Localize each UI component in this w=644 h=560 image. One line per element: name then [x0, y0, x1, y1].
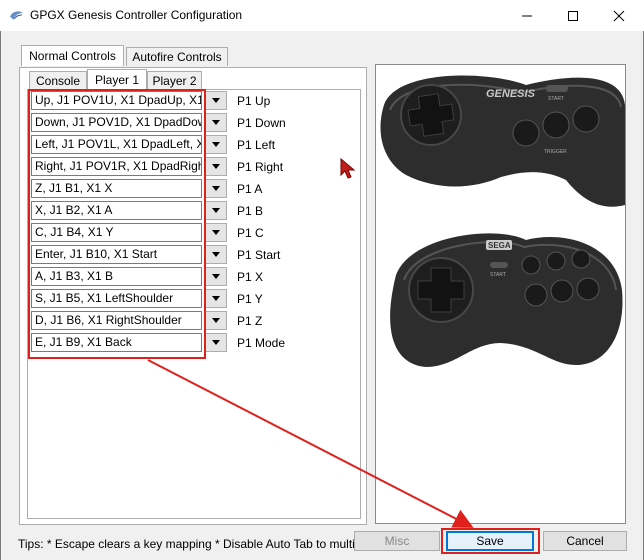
mouse-cursor-icon	[340, 158, 356, 179]
annotation-arrow	[147, 359, 474, 528]
